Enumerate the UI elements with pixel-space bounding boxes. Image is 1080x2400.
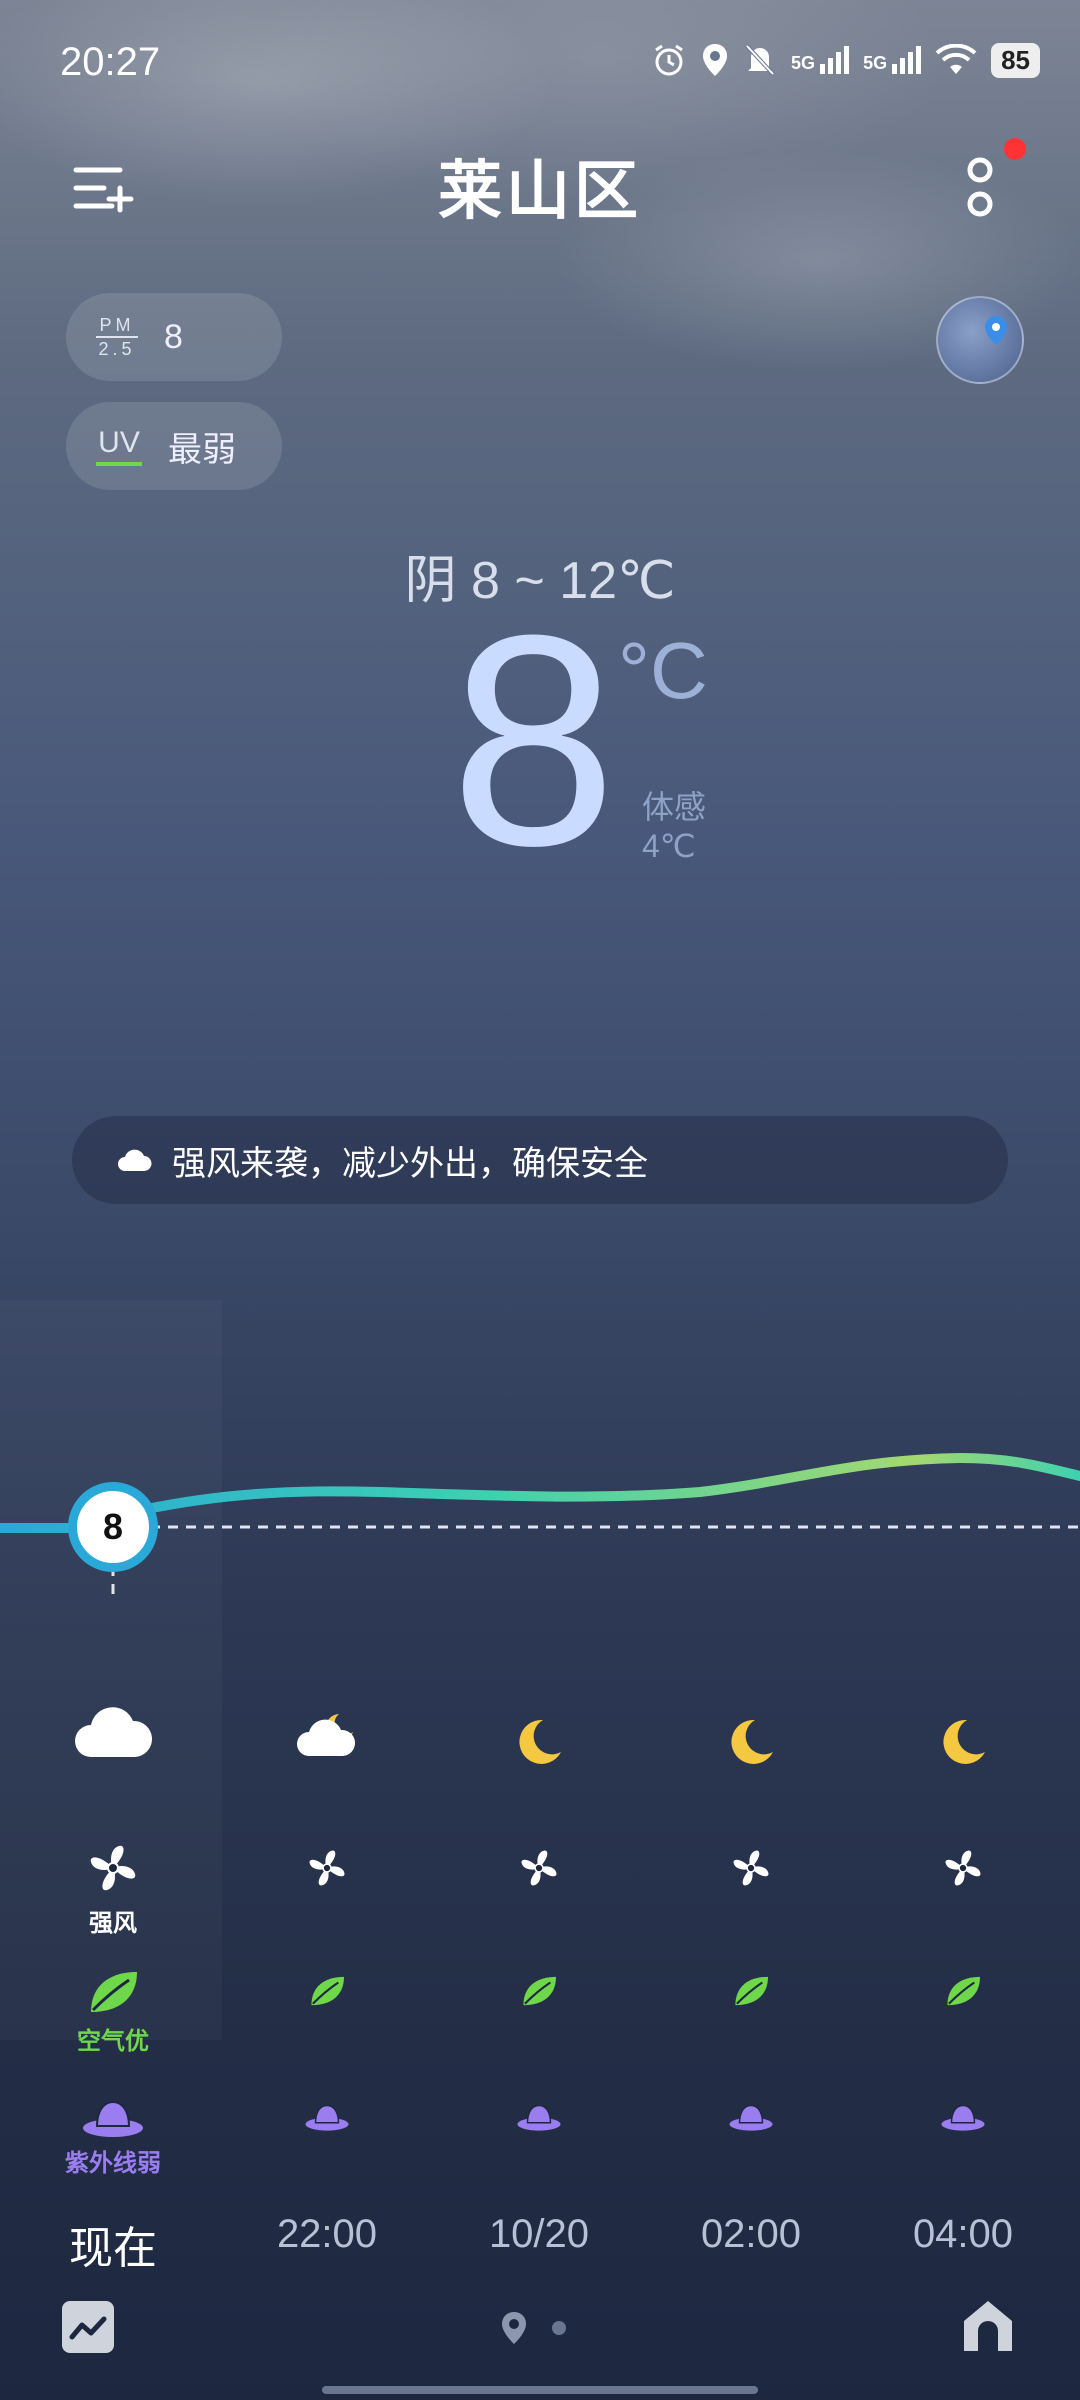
- city-title: 莱山区: [438, 155, 642, 227]
- mute-icon: [745, 44, 775, 76]
- home-icon: [964, 2301, 1012, 2351]
- forecast-column-0200: [645, 1716, 857, 1773]
- uv-cell-now: 紫外线弱: [7, 2098, 219, 2178]
- wifi-icon: [935, 44, 977, 74]
- moon-icon: [731, 1719, 773, 1764]
- leaf-icon: [311, 1976, 344, 2006]
- forecast-column-1020: [433, 1716, 645, 1773]
- uv-cell-0200: [645, 2102, 857, 2137]
- leaf-icon: [523, 1976, 556, 2006]
- sun-hat-icon: [729, 2104, 773, 2131]
- feels-like-label: 体感: [642, 789, 707, 825]
- wind-fan-icon: [90, 1845, 136, 1891]
- alarm-icon: [655, 44, 683, 76]
- temperature-unit: °C: [618, 626, 708, 715]
- cloud-icon: [118, 1149, 152, 1171]
- time-label-0200: 02:00: [700, 2212, 802, 2256]
- wind-fan-icon: [521, 1850, 557, 1886]
- status-time: 20:27: [60, 40, 161, 84]
- sun-hat-icon: [305, 2104, 349, 2131]
- air-cell-1020: [433, 1974, 645, 2013]
- leaf-icon: [91, 1972, 137, 2012]
- uv-cell-0400: [857, 2102, 1069, 2137]
- current-temp-marker: 8: [68, 1482, 158, 1572]
- alert-text: 强风来袭，减少外出，确保安全: [172, 1144, 648, 1183]
- time-label-now: 现在: [69, 2224, 157, 2273]
- wind-cell-1020: [433, 1846, 645, 1895]
- sun-hat-icon: [941, 2104, 985, 2131]
- wind-fan-icon: [309, 1850, 345, 1886]
- current-temperature: 8: [450, 572, 617, 908]
- signal-5g-1: 5G: [791, 46, 850, 74]
- wind-cell-now: 强风: [7, 1840, 219, 1938]
- battery-indicator: 85: [991, 42, 1040, 78]
- air-cell-0200: [645, 1974, 857, 2013]
- weather-alert-banner[interactable]: 强风来袭，减少外出，确保安全: [72, 1116, 1008, 1204]
- trend-chart-button[interactable]: [62, 2301, 114, 2353]
- air-cell-0400: [857, 1974, 1069, 2013]
- wind-cell-2200: [221, 1846, 433, 1895]
- uv-icon: UV: [96, 426, 142, 466]
- gesture-bar: [322, 2386, 758, 2394]
- air-label: 空气优: [77, 2028, 149, 2055]
- sun-hat-icon: [83, 2100, 143, 2137]
- pm25-pill[interactable]: PM 2.5 8: [66, 293, 282, 381]
- feels-like-value: 4℃: [642, 828, 696, 864]
- forecast-column-now: [7, 1705, 219, 1766]
- notification-dot: [1004, 138, 1026, 160]
- wind-cell-0400: [857, 1846, 1069, 1895]
- temperature-curve: [0, 1452, 1080, 1600]
- air-cell-2200: [221, 1974, 433, 2013]
- trend-chart-icon: [69, 2316, 107, 2340]
- cloudy-moon-icon: [297, 1714, 356, 1756]
- wind-fan-icon: [945, 1850, 981, 1886]
- page-dot: [552, 2321, 566, 2335]
- leaf-icon: [947, 1976, 980, 2006]
- temperature-line: [0, 1452, 1080, 1533]
- forecast-column-0400: [857, 1716, 1069, 1773]
- wind-fan-icon: [733, 1850, 769, 1886]
- time-label-1020: 10/20: [488, 2212, 590, 2256]
- sun-hat-icon: [517, 2104, 561, 2131]
- location-pin-icon: [502, 2312, 526, 2344]
- uv-value: 最弱: [168, 430, 236, 469]
- uv-cell-1020: [433, 2102, 645, 2137]
- cloud-icon: [75, 1707, 153, 1757]
- time-label-2200: 22:00: [276, 2212, 378, 2256]
- moon-icon: [943, 1719, 985, 1764]
- uv-label: 紫外线弱: [65, 2150, 161, 2177]
- signal-5g-2: 5G: [863, 46, 922, 74]
- pm25-icon: PM 2.5: [96, 316, 138, 358]
- uv-cell-2200: [221, 2102, 433, 2137]
- location-icon: [703, 44, 728, 76]
- home-button[interactable]: [958, 2297, 1018, 2357]
- pm25-value: 8: [164, 317, 183, 356]
- wind-label: 强风: [89, 1910, 137, 1937]
- moon-icon: [519, 1719, 561, 1764]
- time-label-0400: 04:00: [912, 2212, 1014, 2256]
- forecast-column-2200: [221, 1708, 433, 1765]
- map-pin-icon: [985, 316, 1007, 345]
- more-icon: [967, 157, 993, 217]
- status-icons: 5G 5G 85: [651, 42, 1040, 78]
- leaf-icon: [735, 1976, 768, 2006]
- uv-pill[interactable]: UV 最弱: [66, 402, 282, 490]
- air-cell-now: 空气优: [7, 1968, 219, 2056]
- page-indicator: [500, 2310, 566, 2346]
- wind-cell-0200: [645, 1846, 857, 1895]
- more-options-button[interactable]: [960, 150, 1000, 230]
- map-button[interactable]: [936, 296, 1024, 384]
